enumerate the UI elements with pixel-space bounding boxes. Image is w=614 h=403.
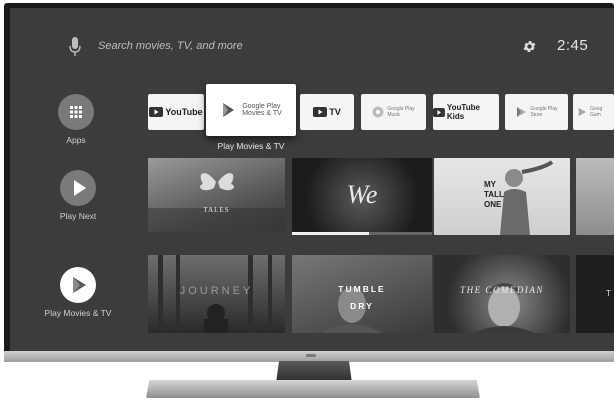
sidebar-item-play-movies[interactable]: Play Movies & TV: [33, 267, 123, 318]
movie-item-the-comedian[interactable]: THE COMEDIAN: [434, 255, 570, 333]
play-next-title-3-line1: MY: [484, 180, 496, 189]
app-tile-label: YouTube: [165, 107, 203, 117]
app-tile-label: YouTube Kids: [446, 103, 480, 121]
clock: 2:45: [557, 37, 589, 54]
youtube-icon: [149, 107, 164, 117]
youtube-kids-icon: [433, 107, 445, 117]
play-movies-tile-icon: [223, 103, 235, 117]
play-next-item-2[interactable]: We: [292, 158, 432, 232]
search-input[interactable]: Search movies, TV, and more: [98, 40, 243, 52]
app-tile-tv[interactable]: TV: [300, 94, 354, 130]
top-bar: Search movies, TV, and more 2:45: [10, 8, 614, 68]
tv-brand-logo: [306, 354, 316, 357]
movie-item-journey[interactable]: JOURNEY: [148, 255, 285, 333]
app-tile-line2: Store: [530, 112, 543, 118]
butterfly-artwork: [148, 173, 285, 232]
sidebar-item-apps[interactable]: Apps: [31, 94, 121, 145]
sidebar-label-apps: Apps: [66, 135, 86, 145]
app-tile-play-music[interactable]: Google Play Music: [361, 94, 426, 130]
movie-title-the-comedian: THE COMEDIAN: [460, 285, 544, 295]
settings-gear-icon[interactable]: [522, 39, 537, 59]
app-tile-label: TV: [329, 107, 341, 117]
movie-item-tumble-dry[interactable]: TUMBLE DRY: [292, 255, 432, 333]
sidebar-label-play-movies: Play Movies & TV: [44, 308, 112, 318]
app-tile-youtube[interactable]: YouTube: [148, 94, 204, 130]
app-tile-line2: Music: [387, 112, 401, 118]
play-next-item-3[interactable]: MY TALL ONE: [434, 158, 570, 235]
play-next-progress-bar: [292, 232, 432, 235]
focused-app-label: Play Movies & TV: [217, 141, 285, 151]
play-store-icon: [517, 107, 527, 117]
play-next-title-2: We: [346, 180, 378, 209]
sidebar-item-play-next[interactable]: Play Next: [33, 170, 123, 221]
play-next-title-1: TALES: [203, 206, 230, 214]
movie-title-journey: JOURNEY: [179, 285, 254, 297]
movie-title-4: T: [606, 289, 611, 298]
play-next-item-1[interactable]: TALES: [148, 158, 285, 232]
app-tile-line2: Gam: [590, 112, 601, 118]
sidebar-label-play-next: Play Next: [59, 211, 97, 221]
apps-grid-icon: [58, 94, 94, 130]
play-music-icon: [372, 106, 384, 118]
movie-title-dry: DRY: [350, 301, 374, 311]
app-tile-youtube-kids[interactable]: YouTube Kids: [433, 94, 499, 130]
movie-title-tumble: TUMBLE: [338, 284, 386, 294]
microphone-icon[interactable]: [69, 37, 81, 62]
tv-stand-base: [146, 380, 480, 398]
tv-screen: Search movies, TV, and more 2:45 Apps Pl…: [10, 8, 614, 354]
app-tile-play-store[interactable]: Google Play Store: [505, 94, 568, 130]
play-next-title-3-line2: TALL: [484, 190, 504, 199]
app-tile-play-games[interactable]: Goog Gam: [573, 94, 614, 130]
play-icon: [60, 170, 96, 206]
tv-chin: [4, 351, 614, 362]
movie-item-4[interactable]: T: [576, 255, 614, 333]
app-tile-play-movies-focused[interactable]: Google Play Movies & TV: [206, 84, 296, 136]
play-games-icon: [578, 107, 587, 117]
play-next-title-3-line3: ONE: [484, 200, 502, 209]
focused-tile-line2: Movies & TV: [242, 110, 282, 117]
progress-bar-fill: [292, 232, 369, 235]
tv-stand-neck: [276, 361, 352, 383]
play-next-item-4[interactable]: [576, 158, 614, 235]
focused-tile-line1: Google Play: [242, 103, 281, 110]
play-movies-icon: [60, 267, 96, 303]
tv-app-icon: [313, 107, 328, 117]
